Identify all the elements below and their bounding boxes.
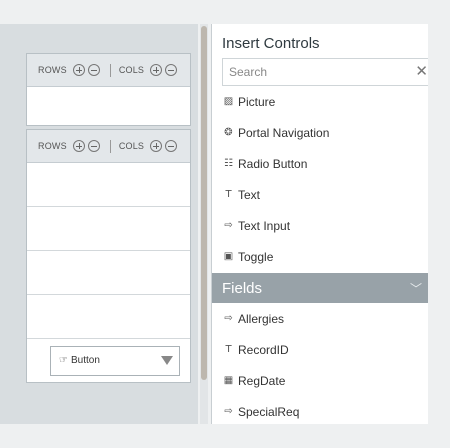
dropdown-arrow-icon[interactable] <box>161 356 173 365</box>
picture-icon: ▨ <box>223 96 234 107</box>
text-input-icon: ⇨ <box>224 313 233 324</box>
rows-label: ROWS <box>38 65 67 75</box>
fields-section-header[interactable]: Fields ﹀ <box>212 273 428 303</box>
field-item-allergies[interactable]: ⇨ Allergies <box>212 303 428 334</box>
cols-label: COLS <box>118 141 145 151</box>
remove-column-icon[interactable] <box>165 140 178 152</box>
field-item-label: RegDate <box>238 373 286 388</box>
field-item-label: RecordID <box>238 342 289 357</box>
clear-search-icon[interactable]: ✕ <box>415 64 428 79</box>
button-icon: ☞ <box>59 355 68 366</box>
grid-toolbar: ROWS COLS <box>27 130 190 163</box>
radio-button-icon: ☷ <box>224 158 233 169</box>
toolbar-divider <box>109 139 111 153</box>
field-item-regdate[interactable]: ▦ RegDate <box>212 365 428 396</box>
button-control[interactable]: ☞ Button <box>50 345 180 376</box>
grid-container-bottom[interactable]: ROWS COLS ☞ Button <box>26 129 191 383</box>
control-item-portal-navigation[interactable]: ❂ Portal Navigation <box>212 117 428 148</box>
control-item-picture[interactable]: ▨ Picture <box>212 86 428 117</box>
field-item-label: SpecialReq <box>238 404 300 419</box>
panel-title: Insert Controls <box>222 35 320 52</box>
chevron-down-icon[interactable]: ﹀ <box>410 280 422 297</box>
search-input[interactable]: Search ✕ <box>222 58 428 86</box>
control-item-label: Picture <box>238 94 276 109</box>
remove-column-icon[interactable] <box>165 64 178 76</box>
grid-cell[interactable] <box>27 251 190 295</box>
control-item-text[interactable]: T Text <box>212 179 428 210</box>
add-row-icon[interactable] <box>72 64 85 76</box>
add-row-icon[interactable] <box>72 140 85 152</box>
cols-label: COLS <box>118 65 145 75</box>
grid-cell[interactable] <box>27 295 190 339</box>
button-control-label: Button <box>70 355 100 366</box>
canvas-scrollbar[interactable] <box>200 24 208 424</box>
toolbar-divider <box>109 63 111 77</box>
text-icon: T <box>225 344 232 355</box>
add-column-icon[interactable] <box>150 140 163 152</box>
insert-controls-panel: Insert Controls Search ✕ ▨ Picture ❂ Por… <box>211 24 428 424</box>
remove-row-icon[interactable] <box>87 64 100 76</box>
grid-cell[interactable] <box>27 87 190 125</box>
portal-navigation-icon: ❂ <box>224 127 233 138</box>
control-item-label: Toggle <box>238 249 274 264</box>
text-input-icon: ⇨ <box>224 406 233 417</box>
toggle-icon: ▣ <box>223 251 234 262</box>
remove-row-icon[interactable] <box>87 140 100 152</box>
control-item-text-input[interactable]: ⇨ Text Input <box>212 210 428 241</box>
calendar-icon: ▦ <box>223 375 234 386</box>
search-placeholder: Search <box>229 65 268 79</box>
control-item-label: Radio Button <box>238 156 308 171</box>
scrollbar-thumb[interactable] <box>201 26 207 380</box>
text-icon: T <box>225 189 232 200</box>
control-item-label: Text Input <box>238 218 291 233</box>
text-input-icon: ⇨ <box>224 220 233 231</box>
control-item-label: Text <box>238 187 261 202</box>
control-item-label: Portal Navigation <box>238 125 330 140</box>
grid-cell: ☞ Button <box>27 339 190 382</box>
grid-container-top[interactable]: ROWS COLS <box>26 53 191 126</box>
field-item-recordid[interactable]: T RecordID <box>212 334 428 365</box>
field-item-label: Allergies <box>238 311 285 326</box>
rows-label: ROWS <box>38 141 67 151</box>
grid-cell[interactable] <box>27 163 190 207</box>
add-column-icon[interactable] <box>150 64 163 76</box>
grid-cell[interactable] <box>27 207 190 251</box>
grid-toolbar: ROWS COLS <box>27 54 190 87</box>
fields-section-title: Fields <box>222 279 263 297</box>
design-canvas[interactable]: ROWS COLS ROWS COLS ☞ Button <box>0 24 198 424</box>
control-item-radio-button[interactable]: ☷ Radio Button <box>212 148 428 179</box>
field-item-specialreq[interactable]: ⇨ SpecialReq <box>212 396 428 424</box>
control-item-toggle[interactable]: ▣ Toggle <box>212 241 428 272</box>
